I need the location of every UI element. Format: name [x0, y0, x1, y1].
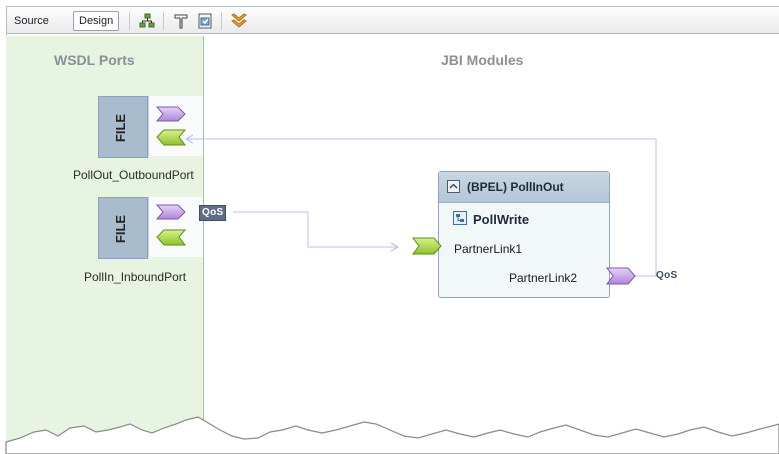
consumer-chevron: [155, 204, 186, 220]
connection-line: [186, 138, 657, 277]
consumer-chevron: [155, 106, 186, 122]
connections-overlay: [5, 106, 779, 454]
provider-chevron: [156, 229, 187, 246]
connection-line: [233, 211, 398, 248]
partner-link-1-chevron: [412, 237, 442, 255]
provider-chevron: [156, 129, 187, 146]
partner-link-2-chevron: [606, 267, 636, 285]
torn-edge: [5, 416, 779, 454]
